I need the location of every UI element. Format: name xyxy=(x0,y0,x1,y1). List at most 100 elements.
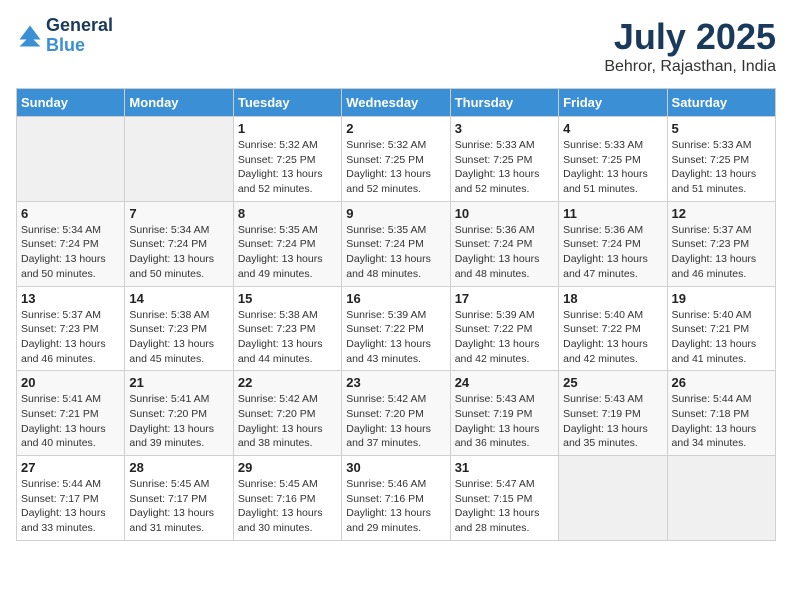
day-cell: 17 Sunrise: 5:39 AMSunset: 7:22 PMDayligh… xyxy=(450,286,558,371)
day-number: 13 xyxy=(21,291,120,306)
day-info: Sunrise: 5:44 AMSunset: 7:18 PMDaylight:… xyxy=(672,392,771,451)
week-row-1: 1 Sunrise: 5:32 AMSunset: 7:25 PMDaylight… xyxy=(17,117,776,202)
day-cell: 2 Sunrise: 5:32 AMSunset: 7:25 PMDaylight… xyxy=(342,117,450,202)
day-info: Sunrise: 5:39 AMSunset: 7:22 PMDaylight:… xyxy=(455,308,554,367)
week-row-3: 13 Sunrise: 5:37 AMSunset: 7:23 PMDayligh… xyxy=(17,286,776,371)
day-info: Sunrise: 5:44 AMSunset: 7:17 PMDaylight:… xyxy=(21,477,120,536)
day-info: Sunrise: 5:41 AMSunset: 7:20 PMDaylight:… xyxy=(129,392,228,451)
day-cell: 12Sunrise: 5:37 AMSunset: 7:23 PMDayligh… xyxy=(667,201,775,286)
day-info: Sunrise: 5:36 AMSunset: 7:24 PMDaylight:… xyxy=(563,223,662,282)
day-cell: 4 Sunrise: 5:33 AMSunset: 7:25 PMDaylight… xyxy=(559,117,667,202)
day-cell xyxy=(125,117,233,202)
day-cell: 24 Sunrise: 5:43 AMSunset: 7:19 PMDayligh… xyxy=(450,371,558,456)
day-cell: 14Sunrise: 5:38 AMSunset: 7:23 PMDayligh… xyxy=(125,286,233,371)
day-number: 9 xyxy=(346,206,445,221)
day-number: 3 xyxy=(455,121,554,136)
day-cell: 9 Sunrise: 5:35 AMSunset: 7:24 PMDaylight… xyxy=(342,201,450,286)
day-info: Sunrise: 5:33 AMSunset: 7:25 PMDaylight:… xyxy=(455,138,554,197)
day-number: 1 xyxy=(238,121,337,136)
day-number: 20 xyxy=(21,375,120,390)
day-info: Sunrise: 5:45 AMSunset: 7:17 PMDaylight:… xyxy=(129,477,228,536)
day-info: Sunrise: 5:43 AMSunset: 7:19 PMDaylight:… xyxy=(455,392,554,451)
day-number: 24 xyxy=(455,375,554,390)
day-header-friday: Friday xyxy=(559,89,667,117)
day-number: 17 xyxy=(455,291,554,306)
day-cell: 13 Sunrise: 5:37 AMSunset: 7:23 PMDayligh… xyxy=(17,286,125,371)
day-cell: 22Sunrise: 5:42 AMSunset: 7:20 PMDayligh… xyxy=(233,371,341,456)
day-info: Sunrise: 5:37 AMSunset: 7:23 PMDaylight:… xyxy=(21,308,120,367)
day-header-saturday: Saturday xyxy=(667,89,775,117)
day-cell: 5Sunrise: 5:33 AMSunset: 7:25 PMDaylight… xyxy=(667,117,775,202)
day-cell: 20Sunrise: 5:41 AMSunset: 7:21 PMDayligh… xyxy=(17,371,125,456)
day-cell xyxy=(559,456,667,541)
day-cell: 23 Sunrise: 5:42 AMSunset: 7:20 PMDayligh… xyxy=(342,371,450,456)
day-cell: 18 Sunrise: 5:40 AMSunset: 7:22 PMDayligh… xyxy=(559,286,667,371)
week-row-2: 6Sunrise: 5:34 AMSunset: 7:24 PMDaylight… xyxy=(17,201,776,286)
day-cell xyxy=(667,456,775,541)
day-cell: 28 Sunrise: 5:45 AMSunset: 7:17 PMDayligh… xyxy=(125,456,233,541)
day-header-sunday: Sunday xyxy=(17,89,125,117)
day-info: Sunrise: 5:40 AMSunset: 7:22 PMDaylight:… xyxy=(563,308,662,367)
page-header: General Blue July 2025 Behror, Rajasthan… xyxy=(16,16,776,76)
day-number: 11 xyxy=(563,206,662,221)
week-row-4: 20Sunrise: 5:41 AMSunset: 7:21 PMDayligh… xyxy=(17,371,776,456)
day-info: Sunrise: 5:32 AMSunset: 7:25 PMDaylight:… xyxy=(346,138,445,197)
day-number: 8 xyxy=(238,206,337,221)
day-info: Sunrise: 5:42 AMSunset: 7:20 PMDaylight:… xyxy=(346,392,445,451)
day-number: 25 xyxy=(563,375,662,390)
day-number: 30 xyxy=(346,460,445,475)
day-number: 26 xyxy=(672,375,771,390)
day-number: 5 xyxy=(672,121,771,136)
day-cell: 10Sunrise: 5:36 AMSunset: 7:24 PMDayligh… xyxy=(450,201,558,286)
day-number: 18 xyxy=(563,291,662,306)
day-number: 7 xyxy=(129,206,228,221)
logo-icon xyxy=(16,22,44,50)
day-cell: 31 Sunrise: 5:47 AMSunset: 7:15 PMDayligh… xyxy=(450,456,558,541)
day-number: 28 xyxy=(129,460,228,475)
day-cell: 21 Sunrise: 5:41 AMSunset: 7:20 PMDayligh… xyxy=(125,371,233,456)
day-number: 19 xyxy=(672,291,771,306)
day-info: Sunrise: 5:43 AMSunset: 7:19 PMDaylight:… xyxy=(563,392,662,451)
day-number: 21 xyxy=(129,375,228,390)
day-cell: 11 Sunrise: 5:36 AMSunset: 7:24 PMDayligh… xyxy=(559,201,667,286)
day-cell: 15Sunrise: 5:38 AMSunset: 7:23 PMDayligh… xyxy=(233,286,341,371)
day-cell: 1 Sunrise: 5:32 AMSunset: 7:25 PMDaylight… xyxy=(233,117,341,202)
day-info: Sunrise: 5:38 AMSunset: 7:23 PMDaylight:… xyxy=(129,308,228,367)
day-cell xyxy=(17,117,125,202)
day-cell: 19Sunrise: 5:40 AMSunset: 7:21 PMDayligh… xyxy=(667,286,775,371)
day-info: Sunrise: 5:33 AMSunset: 7:25 PMDaylight:… xyxy=(563,138,662,197)
day-header-tuesday: Tuesday xyxy=(233,89,341,117)
day-info: Sunrise: 5:37 AMSunset: 7:23 PMDaylight:… xyxy=(672,223,771,282)
day-cell: 6Sunrise: 5:34 AMSunset: 7:24 PMDaylight… xyxy=(17,201,125,286)
day-cell: 16 Sunrise: 5:39 AMSunset: 7:22 PMDayligh… xyxy=(342,286,450,371)
calendar-header-row: SundayMondayTuesdayWednesdayThursdayFrid… xyxy=(17,89,776,117)
logo: General Blue xyxy=(16,16,113,56)
day-info: Sunrise: 5:46 AMSunset: 7:16 PMDaylight:… xyxy=(346,477,445,536)
day-number: 29 xyxy=(238,460,337,475)
day-info: Sunrise: 5:35 AMSunset: 7:24 PMDaylight:… xyxy=(346,223,445,282)
location: Behror, Rajasthan, India xyxy=(604,58,776,76)
logo-text: General Blue xyxy=(46,16,113,56)
day-info: Sunrise: 5:35 AMSunset: 7:24 PMDaylight:… xyxy=(238,223,337,282)
day-info: Sunrise: 5:47 AMSunset: 7:15 PMDaylight:… xyxy=(455,477,554,536)
day-info: Sunrise: 5:38 AMSunset: 7:23 PMDaylight:… xyxy=(238,308,337,367)
calendar-table: SundayMondayTuesdayWednesdayThursdayFrid… xyxy=(16,88,776,541)
day-cell: 25 Sunrise: 5:43 AMSunset: 7:19 PMDayligh… xyxy=(559,371,667,456)
day-number: 4 xyxy=(563,121,662,136)
month-title: July 2025 xyxy=(604,16,776,58)
day-info: Sunrise: 5:39 AMSunset: 7:22 PMDaylight:… xyxy=(346,308,445,367)
day-cell: 30 Sunrise: 5:46 AMSunset: 7:16 PMDayligh… xyxy=(342,456,450,541)
day-info: Sunrise: 5:34 AMSunset: 7:24 PMDaylight:… xyxy=(21,223,120,282)
day-number: 23 xyxy=(346,375,445,390)
day-number: 2 xyxy=(346,121,445,136)
day-info: Sunrise: 5:32 AMSunset: 7:25 PMDaylight:… xyxy=(238,138,337,197)
day-cell: 3 Sunrise: 5:33 AMSunset: 7:25 PMDaylight… xyxy=(450,117,558,202)
day-cell: 7Sunrise: 5:34 AMSunset: 7:24 PMDaylight… xyxy=(125,201,233,286)
day-cell: 27Sunrise: 5:44 AMSunset: 7:17 PMDayligh… xyxy=(17,456,125,541)
day-number: 10 xyxy=(455,206,554,221)
day-info: Sunrise: 5:42 AMSunset: 7:20 PMDaylight:… xyxy=(238,392,337,451)
day-header-thursday: Thursday xyxy=(450,89,558,117)
day-number: 16 xyxy=(346,291,445,306)
day-number: 31 xyxy=(455,460,554,475)
day-header-wednesday: Wednesday xyxy=(342,89,450,117)
